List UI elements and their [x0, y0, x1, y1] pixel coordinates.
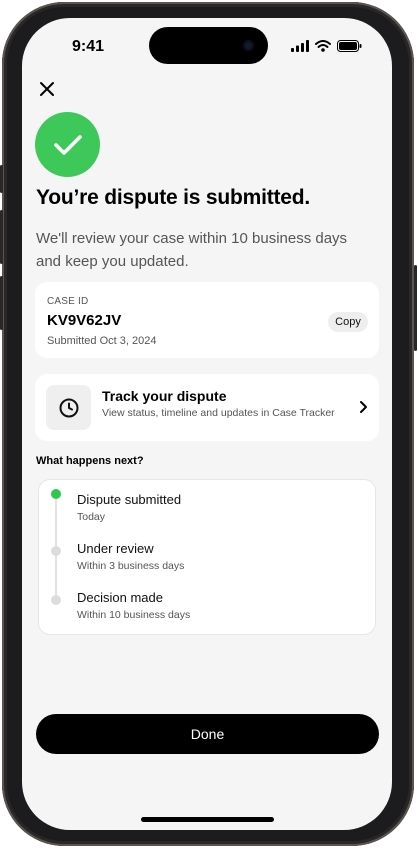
volume-down-button	[0, 276, 3, 330]
success-badge	[35, 112, 100, 177]
power-button	[414, 265, 417, 351]
mute-switch	[0, 165, 3, 193]
chevron-right-icon	[360, 401, 367, 413]
timeline-dot-submitted	[51, 489, 61, 499]
timeline-dot-decision	[51, 595, 61, 605]
track-title: Track your dispute	[102, 388, 227, 404]
next-steps-heading: What happens next?	[36, 455, 144, 467]
step-title-submitted: Dispute submitted	[77, 492, 182, 507]
battery-icon	[337, 40, 362, 52]
step-sub-decision: Within 10 business days	[77, 609, 191, 621]
dynamic-island	[149, 27, 268, 64]
front-camera	[243, 40, 254, 51]
timeline-card: Dispute submitted Today Under review Wit…	[38, 479, 376, 635]
case-id-value: KV9V62JV	[47, 312, 122, 329]
step-title-review: Under review	[77, 541, 154, 556]
status-time: 9:41	[72, 38, 105, 55]
page-subtitle: We'll review your case within 10 busines…	[36, 230, 348, 270]
page-title: You’re dispute is submitted.	[36, 186, 311, 209]
close-icon	[40, 82, 54, 96]
status-icons	[291, 40, 362, 52]
checkmark-icon	[53, 134, 82, 155]
status-bar: 9:41	[22, 18, 392, 78]
step-sub-submitted: Today	[77, 511, 106, 523]
app-screen: 9:41 You’re dispute is submitted. We'll …	[22, 18, 392, 830]
close-button[interactable]	[36, 78, 58, 100]
volume-up-button	[0, 210, 3, 264]
timeline-dot-review	[51, 546, 61, 556]
clock-icon	[59, 398, 78, 417]
track-description: View status, timeline and updates in Cas…	[102, 407, 335, 419]
track-dispute-card[interactable]: Track your dispute View status, timeline…	[35, 374, 379, 441]
case-submitted-date: Submitted Oct 3, 2024	[47, 335, 157, 347]
step-sub-review: Within 3 business days	[77, 560, 185, 572]
signal-icon	[291, 40, 309, 52]
done-button[interactable]: Done	[36, 714, 379, 754]
wifi-icon	[315, 40, 331, 52]
case-id-label: CASE ID	[47, 296, 89, 307]
step-title-decision: Decision made	[77, 590, 163, 605]
copy-button[interactable]: Copy	[328, 312, 368, 332]
home-indicator[interactable]	[141, 817, 274, 822]
track-icon-box	[46, 385, 91, 430]
case-card: CASE ID KV9V62JV Submitted Oct 3, 2024 C…	[35, 282, 379, 358]
